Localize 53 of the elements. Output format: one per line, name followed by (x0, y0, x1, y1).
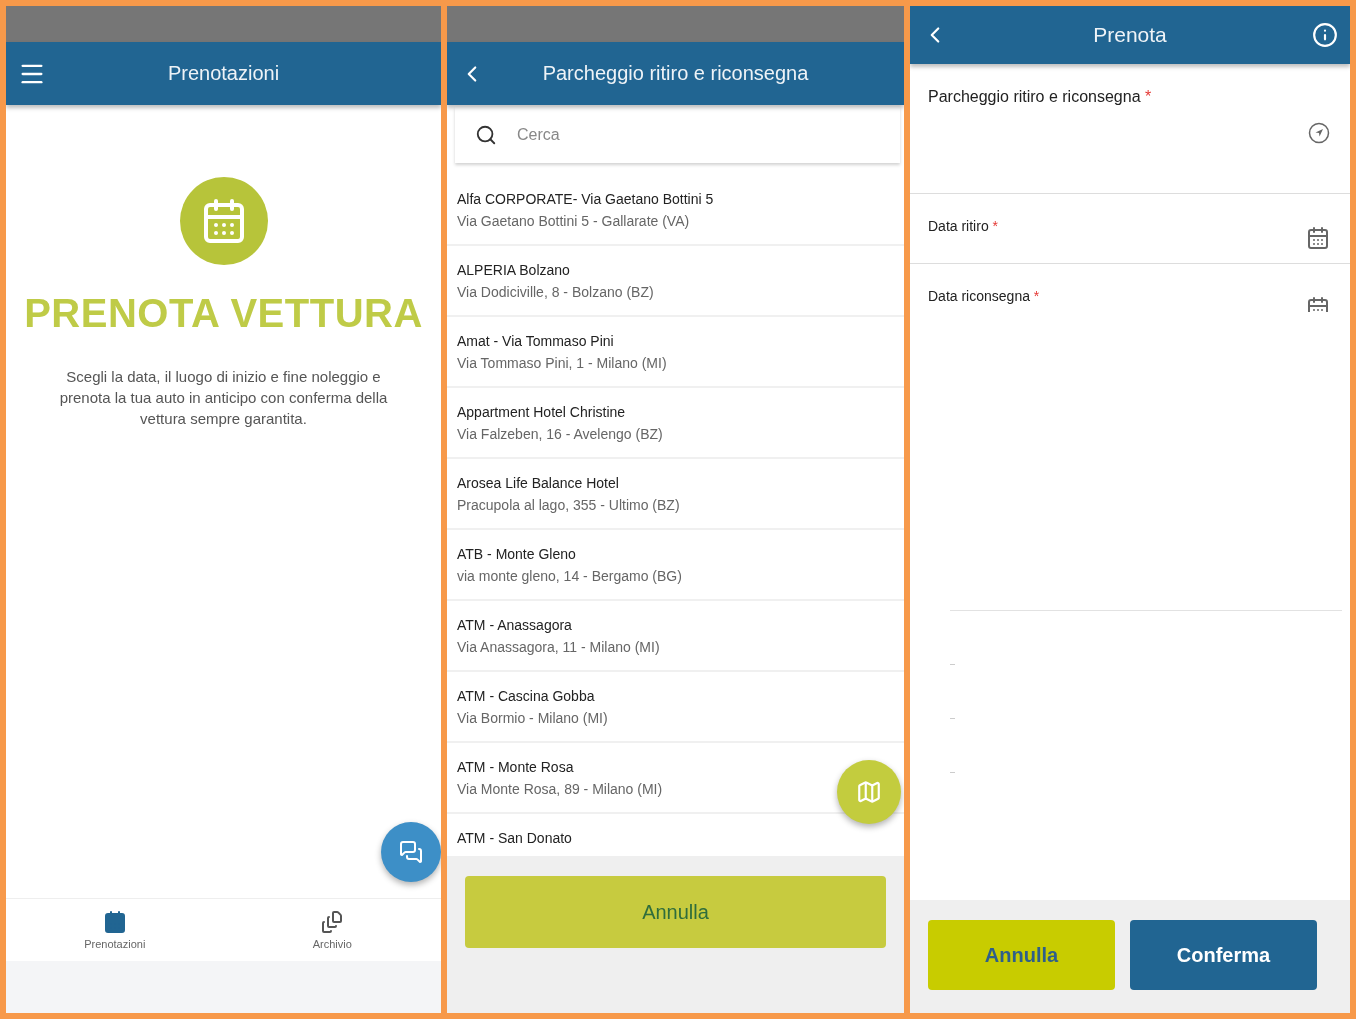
parking-address: via monte gleno, 14 - Bergamo (BG) (457, 568, 682, 584)
parking-list-item[interactable]: ATB - Monte Gleno via monte gleno, 14 - Bergamo (BG) (447, 530, 904, 601)
parking-address: Via Monte Rosa, 89 - Milano (MI) (457, 781, 663, 797)
search-icon (475, 124, 497, 146)
parking-name: Amat - Via Tommaso Pini (457, 333, 614, 349)
parking-name: ATM - Monte Rosa (457, 759, 574, 775)
parking-list-item[interactable]: ATM - Cascina Gobba Via Bormio - Milano (MI) (447, 672, 904, 743)
hero-text: Scegli la data, il luogo di inizio e fine noleggio e prenota la tua auto in anticipo con conferma della vettura sempre garantita. (58, 367, 389, 429)
parking-name: Arosea Life Balance Hotel (457, 475, 619, 491)
field-label: Data ritiro * (928, 218, 999, 236)
parking-name: ATM - Cascina Gobba (457, 688, 595, 704)
nav-tab[interactable]: Archivio (223, 899, 441, 961)
parking-name: Appartment Hotel Christine (457, 404, 626, 420)
date-field[interactable]: Data riconsegna * (910, 264, 1350, 312)
parking-name: ATB - Monte Gleno (457, 546, 576, 562)
location-field[interactable]: Parcheggio ritiro e riconsegna * (910, 64, 1350, 194)
parking-address: Via Dodiciville, 8 - Bolzano (BZ) (457, 284, 654, 300)
hero-title: PRENOTA VETTURA (24, 291, 423, 336)
search-input[interactable]: Cerca (515, 125, 900, 145)
confirm-button[interactable]: Conferma (1130, 920, 1317, 990)
parking-address: Via Anassagora, 11 - Milano (MI) (457, 639, 660, 655)
cancel-button[interactable]: Annulla (465, 876, 886, 948)
parking-name: ATM - San Donato (457, 830, 572, 846)
chat-button[interactable] (381, 822, 441, 882)
field-label: Parcheggio ritiro e riconsegna * (928, 88, 1152, 107)
app-bar-title: Prenota (1092, 23, 1168, 47)
parking-list-item[interactable]: Appartment Hotel Christine Via Falzeben, 16 - Avelengo (BZ) (447, 388, 904, 459)
info-icon[interactable] (1312, 22, 1338, 48)
calendar-icon[interactable] (1306, 226, 1330, 250)
parking-list-item[interactable]: ATM - Anassagora Via Anassagora, 11 - Milano (MI) (447, 601, 904, 672)
parking-list-item[interactable]: Alfa CORPORATE- Via Gaetano Bottini 5 Via Gaetano Bottini 5 - Gallarate (VA) (447, 175, 904, 246)
nav-tab[interactable]: Prenotazioni (6, 899, 224, 961)
cancel-button[interactable]: Annulla (928, 920, 1115, 990)
documents-icon (320, 910, 345, 934)
parking-list-item[interactable]: Arosea Life Balance Hotel Pracupola al lago, 355 - Ultimo (BZ) (447, 459, 904, 530)
parking-list-item[interactable]: ALPERIA Bolzano Via Dodiciville, 8 - Bolzano (BZ) (447, 246, 904, 317)
parking-address: Via Falzeben, 16 - Avelengo (BZ) (457, 426, 663, 442)
map-icon (856, 779, 882, 805)
field-label: Data riconsegna * (928, 288, 1040, 306)
parking-list-item[interactable]: Amat - Via Tommaso Pini Via Tommaso Pini, 1 - Milano (MI) (447, 317, 904, 388)
parking-name: ATM - Anassagora (457, 617, 572, 633)
parking-address: Pracupola al lago, 355 - Ultimo (BZ) (457, 497, 680, 513)
parking-name: Alfa CORPORATE- Via Gaetano Bottini 5 (457, 191, 714, 207)
app-bar-title: Parcheggio ritiro e riconsegna (541, 62, 810, 85)
calendar-icon (102, 910, 127, 934)
parking-address: Via Tommaso Pini, 1 - Milano (MI) (457, 355, 667, 371)
parking-address: Via Gaetano Bottini 5 - Gallarate (VA) (457, 213, 690, 229)
navigation-icon[interactable] (1308, 122, 1330, 144)
chat-bubbles-icon (399, 840, 423, 864)
parking-name: ALPERIA Bolzano (457, 262, 570, 278)
app-bar-title: Prenotazioni (166, 62, 281, 85)
parking-address: Via Bormio - Milano (MI) (457, 710, 608, 726)
date-field[interactable]: Data ritiro * (910, 194, 1350, 264)
